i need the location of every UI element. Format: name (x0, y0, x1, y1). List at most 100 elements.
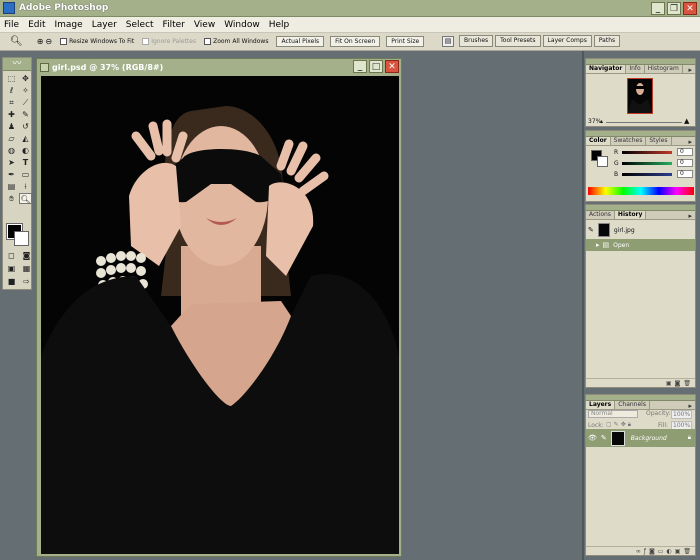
layers-menu-icon[interactable]: ▸ (688, 402, 692, 410)
quick-mask-icon[interactable]: ◙ (20, 250, 33, 261)
zoom-in-icon[interactable]: ⊕ (37, 37, 44, 46)
close-button[interactable]: ✕ (683, 2, 697, 15)
restore-button[interactable]: ❐ (667, 2, 681, 15)
menu-edit[interactable]: Edit (28, 20, 45, 30)
screen-mode-full-icon[interactable]: ▦ (20, 263, 33, 274)
color-bg-swatch[interactable] (597, 156, 608, 167)
channel-g-value[interactable]: 0 (677, 159, 693, 167)
tab-color[interactable]: Color (586, 137, 611, 145)
menu-file[interactable]: File (4, 20, 19, 30)
standard-mode-icon[interactable]: ◻ (5, 250, 18, 261)
layer-style-icon[interactable]: ƒ (644, 548, 646, 555)
channel-b-slider[interactable] (622, 172, 672, 176)
resize-windows-checkbox[interactable]: Resize Windows To Fit (60, 38, 134, 45)
tab-history[interactable]: History (614, 211, 647, 219)
history-brush-icon[interactable]: ↺ (19, 121, 32, 132)
layer-mask-icon[interactable]: ◙ (649, 548, 655, 555)
navigator-menu-icon[interactable]: ▸ (688, 66, 692, 74)
zoom-out-icon[interactable]: ⊖ (45, 37, 52, 46)
layer-name[interactable]: Background (631, 435, 667, 442)
well-tab-tool-presets[interactable]: Tool Presets (495, 35, 541, 47)
delete-layer-icon[interactable]: 🗑︎ (683, 548, 691, 555)
delete-state-icon[interactable]: 🗑︎ (683, 380, 691, 387)
healing-brush-icon[interactable]: ✚ (5, 109, 18, 120)
pen-tool-icon[interactable]: ✒ (5, 169, 18, 180)
zoom-tool-icon[interactable]: 🔍︎ (10, 36, 23, 47)
magic-wand-tool-icon[interactable]: ✧ (19, 85, 32, 96)
well-tab-paths[interactable]: Paths (593, 35, 621, 47)
slice-tool-icon[interactable]: ⟋ (19, 97, 32, 108)
channel-r-slider[interactable] (622, 150, 672, 154)
screen-mode-black-icon[interactable]: ■ (5, 276, 18, 287)
menu-view[interactable]: View (194, 20, 215, 30)
crop-tool-icon[interactable]: ⌗ (5, 97, 18, 108)
menu-image[interactable]: Image (55, 20, 83, 30)
new-document-from-state-icon[interactable]: ▣ (666, 380, 672, 387)
tab-channels[interactable]: Channels (615, 401, 650, 409)
print-size-button[interactable]: Print Size (386, 36, 425, 47)
lock-icons[interactable]: ▢✎✥🔒︎ (606, 421, 633, 429)
menu-select[interactable]: Select (126, 20, 154, 30)
doc-close-button[interactable]: ✕ (385, 60, 399, 73)
paint-bucket-icon[interactable]: ◭ (19, 133, 32, 144)
channel-b-value[interactable]: 0 (677, 170, 693, 178)
adjustment-layer-icon[interactable]: ◐ (666, 548, 671, 555)
menu-help[interactable]: Help (269, 20, 290, 30)
new-layer-icon[interactable]: ▣ (675, 548, 681, 555)
channel-r-value[interactable]: 0 (677, 148, 693, 156)
navigator-zoom-slider[interactable] (606, 122, 682, 123)
channel-g-slider[interactable] (622, 161, 672, 165)
background-color-swatch[interactable] (14, 231, 29, 246)
blur-tool-icon[interactable]: ◍ (5, 145, 18, 156)
zoom-all-checkbox[interactable]: Zoom All Windows (204, 38, 268, 45)
dodge-tool-icon[interactable]: ◐ (19, 145, 32, 156)
move-tool-icon[interactable]: ✥ (19, 73, 32, 84)
tab-navigator[interactable]: Navigator (586, 65, 627, 73)
toolbox-header[interactable]: 〰 (3, 58, 31, 71)
file-browser-icon[interactable]: ▤ (442, 36, 454, 47)
image-canvas[interactable] (41, 76, 399, 554)
new-snapshot-icon[interactable]: ◙ (675, 380, 681, 387)
link-layers-icon[interactable]: ∞ (636, 548, 641, 555)
layer-visibility-eye-icon[interactable]: 👁︎ (588, 434, 597, 442)
marquee-tool-icon[interactable]: ⬚ (5, 73, 18, 84)
tab-layers[interactable]: Layers (586, 401, 616, 409)
zoom-out-small-icon[interactable]: ▴ (600, 118, 603, 125)
menu-layer[interactable]: Layer (92, 20, 117, 30)
zoom-in-small-icon[interactable]: ▲ (684, 117, 689, 125)
history-menu-icon[interactable]: ▸ (688, 212, 692, 220)
tab-info[interactable]: Info (626, 65, 645, 73)
zoom-tool-selected-icon[interactable]: 🔍︎ (19, 193, 32, 204)
eyedropper-icon[interactable]: ⟊ (19, 181, 32, 192)
shape-tool-icon[interactable]: ▭ (19, 169, 32, 180)
navigator-thumbnail[interactable] (627, 78, 653, 114)
actual-pixels-button[interactable]: Actual Pixels (276, 36, 325, 47)
layer-set-icon[interactable]: ▭ (658, 548, 664, 555)
menu-window[interactable]: Window (224, 20, 260, 30)
tab-histogram[interactable]: Histogram (645, 65, 683, 73)
color-menu-icon[interactable]: ▸ (688, 138, 692, 146)
type-tool-icon[interactable]: T (19, 157, 32, 168)
path-selection-icon[interactable]: ➤ (5, 157, 18, 168)
jump-to-imageready-icon[interactable]: ⇨ (20, 276, 33, 287)
tab-actions[interactable]: Actions (586, 211, 615, 219)
eraser-tool-icon[interactable]: ▱ (5, 133, 18, 144)
doc-maximize-button[interactable]: □ (369, 60, 383, 73)
doc-minimize-button[interactable]: _ (353, 60, 367, 73)
notes-tool-icon[interactable]: ▤ (5, 181, 18, 192)
history-brush-source-icon[interactable]: ✎ (588, 226, 594, 234)
tab-swatches[interactable]: Swatches (611, 137, 647, 145)
document-title-bar[interactable]: girl.psd @ 37% (RGB/8#) (37, 59, 401, 75)
color-spectrum-bar[interactable] (588, 187, 694, 195)
tab-styles[interactable]: Styles (646, 137, 672, 145)
clone-stamp-icon[interactable]: ♟ (5, 121, 18, 132)
well-tab-brushes[interactable]: Brushes (459, 35, 494, 47)
well-tab-layer-comps[interactable]: Layer Comps (542, 35, 592, 47)
history-step-open[interactable]: ▸ ▤ Open (586, 239, 695, 251)
opacity-value[interactable]: 100% (671, 410, 693, 419)
brush-tool-icon[interactable]: ✎ (19, 109, 32, 120)
lasso-tool-icon[interactable]: ℓ (5, 85, 18, 96)
screen-mode-standard-icon[interactable]: ▣ (5, 263, 18, 274)
hand-tool-icon[interactable]: ✋︎ (5, 193, 18, 204)
minimize-button[interactable]: _ (651, 2, 665, 15)
